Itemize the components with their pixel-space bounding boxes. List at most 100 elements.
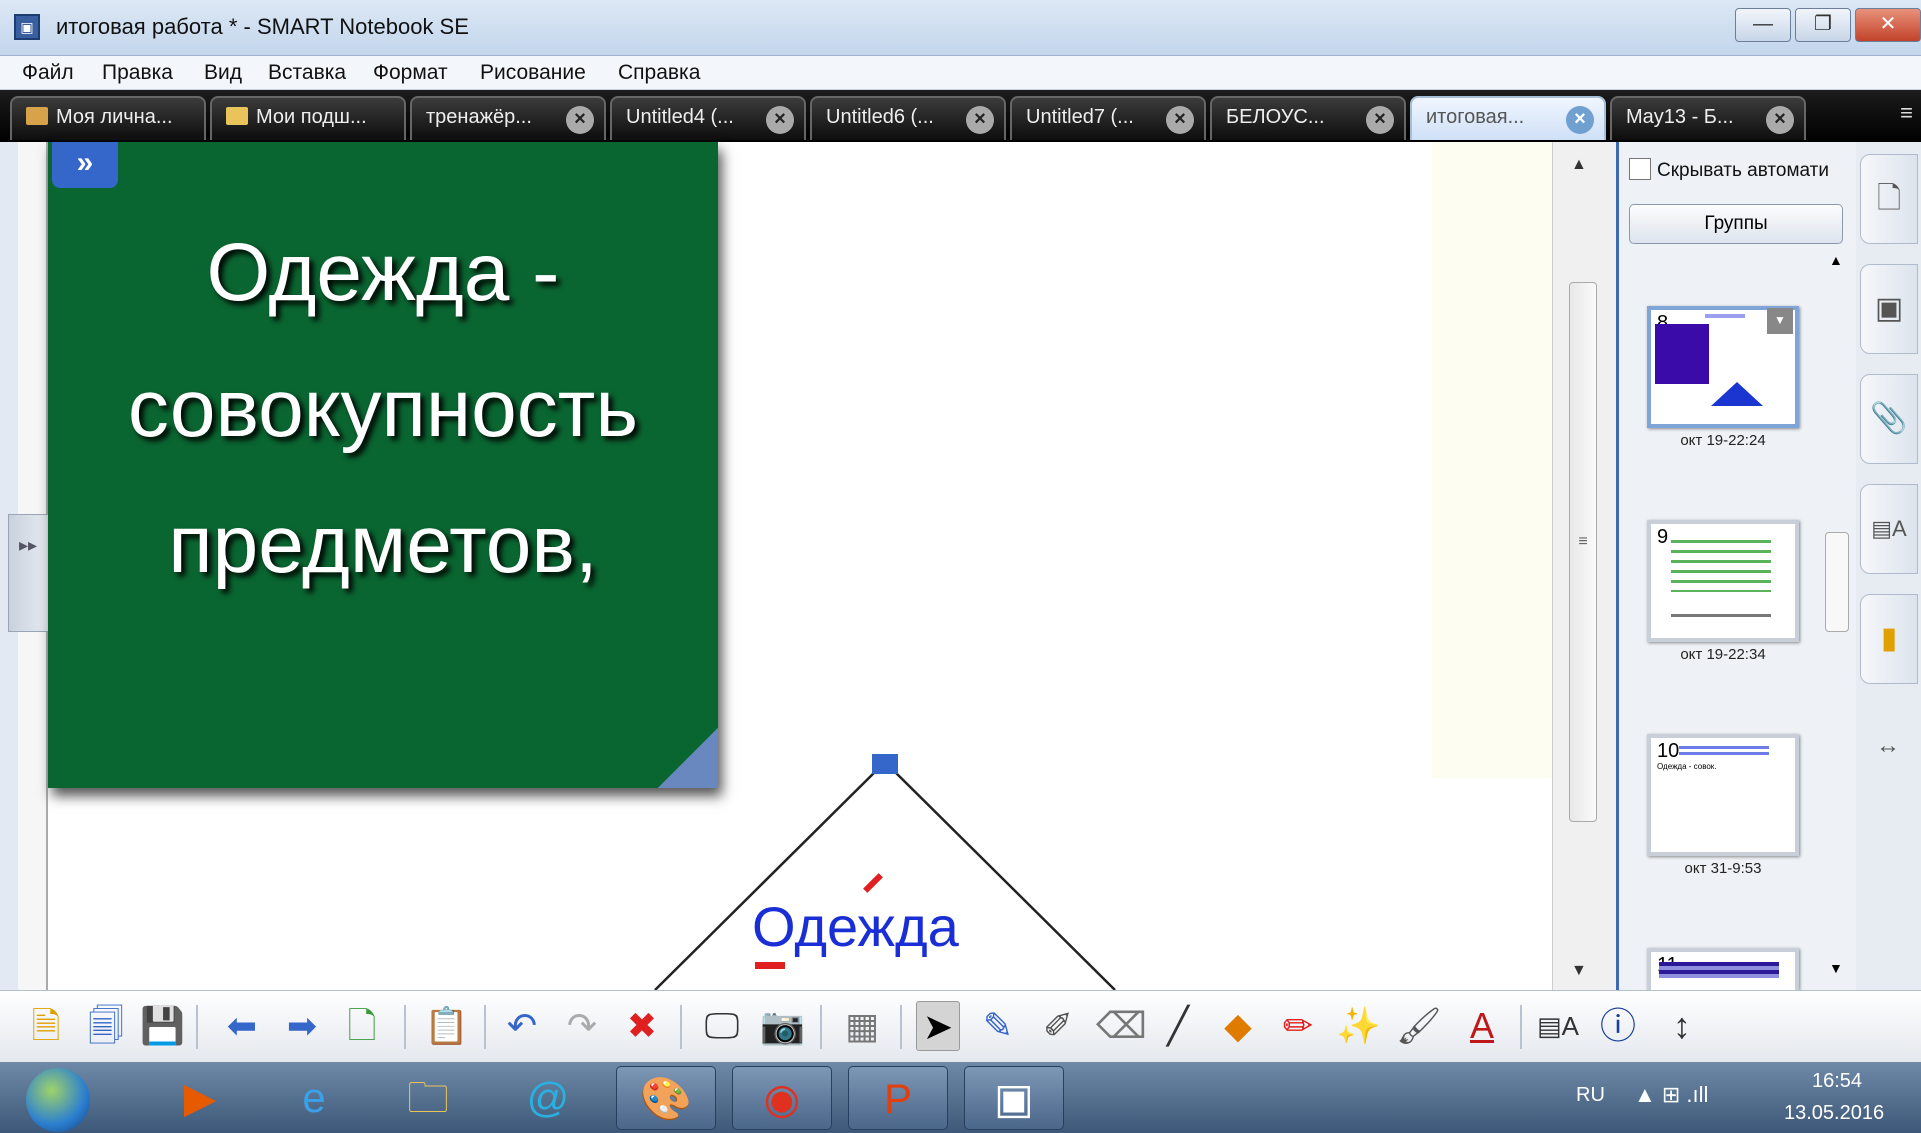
paint-icon[interactable]: 🎨 bbox=[616, 1066, 716, 1130]
shapes-icon[interactable]: ◆ bbox=[1216, 1001, 1260, 1051]
properties-icon[interactable]: ▤A bbox=[1536, 1001, 1580, 1051]
forward-arrow-icon[interactable]: ➡ bbox=[280, 1001, 324, 1051]
page-thumbnail-8[interactable]: 8 ▼ bbox=[1647, 306, 1799, 428]
tab-close-icon[interactable]: × bbox=[1566, 106, 1594, 134]
move-toolbar-icon[interactable]: ↕ bbox=[1660, 1001, 1704, 1051]
scroll-down-icon[interactable]: ▼ bbox=[1829, 960, 1843, 976]
start-button[interactable] bbox=[26, 1068, 90, 1132]
smart-response-icon[interactable]: ⓘ bbox=[1596, 1001, 1640, 1051]
tab-label: тренажёр... bbox=[426, 106, 532, 128]
card-menu-badge-icon[interactable]: » bbox=[52, 142, 118, 188]
eraser-icon[interactable]: ⌫ bbox=[1096, 1001, 1147, 1051]
resize-panel-icon[interactable]: ↔ bbox=[1876, 732, 1900, 760]
addons-icon[interactable]: ▮ bbox=[1860, 594, 1918, 684]
save-icon[interactable]: 💾 bbox=[140, 1001, 185, 1051]
mail-icon[interactable]: @ bbox=[498, 1066, 598, 1130]
tab-may13[interactable]: May13 - Б... × bbox=[1610, 96, 1806, 140]
menu-insert[interactable]: Вставка bbox=[268, 61, 346, 85]
tab-close-icon[interactable]: × bbox=[1166, 106, 1194, 134]
redo-icon[interactable]: ↷ bbox=[560, 1001, 604, 1051]
pen-icon[interactable]: ✎ bbox=[976, 1001, 1020, 1051]
groups-button[interactable]: Группы bbox=[1629, 204, 1843, 244]
tab-itogovaya[interactable]: итоговая... × bbox=[1410, 96, 1606, 140]
tab-trenazher[interactable]: тренажёр... × bbox=[410, 96, 606, 140]
tab-untitled4[interactable]: Untitled4 (... × bbox=[610, 96, 806, 140]
fill-icon[interactable]: 🖌 bbox=[1396, 1001, 1442, 1051]
card-line-2: совокупность bbox=[127, 363, 639, 454]
minimize-button[interactable]: — bbox=[1735, 8, 1791, 42]
screen-capture-icon[interactable]: 📷 bbox=[760, 1001, 805, 1051]
tray-icons[interactable]: ▲ ⊞ .ıll bbox=[1634, 1082, 1708, 1108]
page-thumbnail-11[interactable]: 11 bbox=[1647, 948, 1799, 990]
windows-taskbar: ▶ e 🗀 @ 🎨 ◉ P ▣ RU ▲ ⊞ .ıll 16:54 13.05.… bbox=[0, 1062, 1921, 1133]
thumbnail-menu-icon[interactable]: ▼ bbox=[1767, 308, 1793, 334]
media-player-icon[interactable]: ▶ bbox=[150, 1066, 250, 1130]
select-icon[interactable]: ➤ bbox=[916, 1001, 960, 1051]
delete-icon[interactable]: ✖ bbox=[620, 1001, 664, 1051]
scroll-up-icon[interactable]: ▲ bbox=[1829, 252, 1843, 268]
powerpoint-icon[interactable]: P bbox=[848, 1066, 948, 1130]
canvas-scrollbar[interactable]: ▲ ≡ ▼ bbox=[1552, 142, 1616, 990]
tab-my-content[interactable]: Моя лична... bbox=[10, 96, 206, 140]
new-page-icon[interactable]: 🗎 bbox=[24, 1001, 68, 1051]
scroll-down-icon[interactable]: ▼ bbox=[1571, 962, 1587, 980]
scroll-up-icon[interactable]: ▲ bbox=[1571, 156, 1587, 174]
menu-draw[interactable]: Рисование bbox=[480, 61, 586, 85]
tab-close-icon[interactable]: × bbox=[766, 106, 794, 134]
menu-help[interactable]: Справка bbox=[618, 61, 700, 85]
menu-format[interactable]: Формат bbox=[373, 61, 448, 85]
creative-pen-icon[interactable]: ✐ bbox=[1036, 1001, 1080, 1051]
panel-scrollbar[interactable]: ▲ ▼ bbox=[1823, 252, 1851, 982]
restore-button[interactable]: ❐ bbox=[1795, 8, 1851, 42]
internet-explorer-icon[interactable]: e bbox=[264, 1066, 364, 1130]
tab-close-icon[interactable]: × bbox=[1366, 106, 1394, 134]
thumbnail-number: 9 bbox=[1657, 526, 1669, 548]
menu-view[interactable]: Вид bbox=[204, 61, 242, 85]
undo-icon[interactable]: ↶ bbox=[500, 1001, 544, 1051]
add-blank-page-icon[interactable]: 🗋 bbox=[340, 1001, 384, 1051]
tab-belous[interactable]: БЕЛОУС... × bbox=[1210, 96, 1406, 140]
tab-close-icon[interactable]: × bbox=[966, 106, 994, 134]
magic-pen-icon[interactable]: ✏ bbox=[1276, 1001, 1320, 1051]
panel-scroll-thumb[interactable] bbox=[1825, 532, 1849, 632]
gallery-icon[interactable]: ▣ bbox=[1860, 264, 1918, 354]
toolbar-separator bbox=[404, 1005, 406, 1049]
line-icon[interactable]: ╱ bbox=[1156, 1001, 1200, 1051]
clock-date[interactable]: 13.05.2016 bbox=[1784, 1102, 1884, 1125]
tabs-menu-icon[interactable]: ≡ bbox=[1900, 100, 1913, 126]
paste-icon[interactable]: 📋 bbox=[424, 1001, 469, 1051]
scroll-thumb[interactable]: ≡ bbox=[1569, 282, 1597, 822]
back-arrow-icon[interactable]: ⬅ bbox=[220, 1001, 264, 1051]
thumbnail-date: окт 31-9:53 bbox=[1684, 860, 1762, 877]
table-icon[interactable]: ▦ bbox=[840, 1001, 884, 1051]
card-line-3: предметов, bbox=[168, 499, 598, 590]
tab-untitled7[interactable]: Untitled7 (... × bbox=[1010, 96, 1206, 140]
text-icon[interactable]: A bbox=[1460, 1001, 1504, 1051]
properties-icon[interactable]: ▤A bbox=[1860, 484, 1918, 574]
attachments-icon[interactable]: 📎 bbox=[1860, 374, 1918, 464]
screen-shade-icon[interactable]: 🖵 bbox=[700, 1001, 744, 1051]
chrome-icon[interactable]: ◉ bbox=[732, 1066, 832, 1130]
tab-close-icon[interactable]: × bbox=[1766, 106, 1794, 134]
checkbox-icon[interactable] bbox=[1629, 158, 1651, 180]
close-button[interactable]: ✕ bbox=[1855, 8, 1921, 42]
language-indicator[interactable]: RU bbox=[1576, 1084, 1605, 1107]
magic-wand-icon[interactable]: ✨ bbox=[1336, 1001, 1381, 1051]
thumbnail-number: 10 bbox=[1657, 740, 1680, 762]
app-icon[interactable]: ▣ bbox=[14, 14, 40, 40]
tab-close-icon[interactable]: × bbox=[566, 106, 594, 134]
menu-file[interactable]: Файл bbox=[22, 61, 74, 85]
autohide-checkbox[interactable]: Скрывать автомати bbox=[1629, 158, 1829, 182]
tab-my-templates[interactable]: Мои подш... bbox=[210, 96, 406, 140]
page-thumbnail-9[interactable]: 9 bbox=[1647, 520, 1799, 642]
clock-time[interactable]: 16:54 bbox=[1812, 1070, 1862, 1093]
menu-edit[interactable]: Правка bbox=[102, 61, 173, 85]
file-manager-icon[interactable]: 🗀 bbox=[378, 1066, 478, 1130]
green-text-card[interactable]: » Одежда - совокупность предметов, bbox=[48, 142, 718, 788]
page-sorter-icon[interactable]: 🗋 bbox=[1860, 154, 1918, 244]
add-page-icon[interactable]: 🗐 bbox=[84, 1001, 128, 1051]
tab-untitled6[interactable]: Untitled6 (... × bbox=[810, 96, 1006, 140]
triangle-word[interactable]: Одежда bbox=[752, 894, 959, 959]
smart-notebook-icon[interactable]: ▣ bbox=[964, 1066, 1064, 1130]
page-thumbnail-10[interactable]: 10 Одежда - совок. bbox=[1647, 734, 1799, 856]
